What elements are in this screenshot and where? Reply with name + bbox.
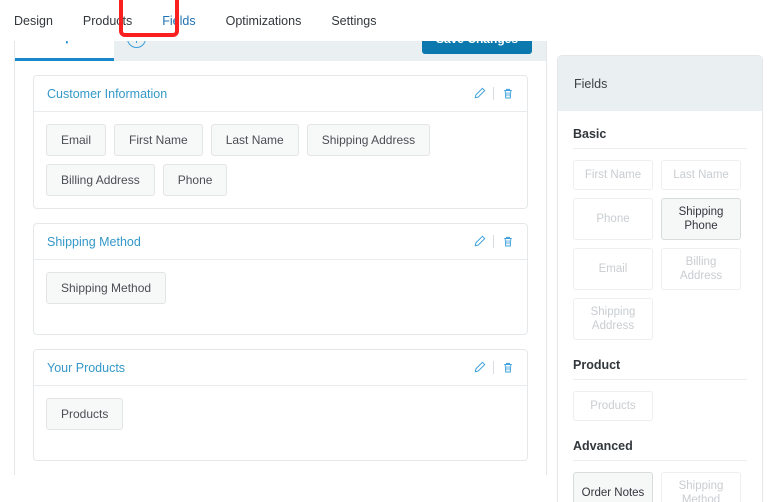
- group-title-basic: Basic: [573, 127, 607, 141]
- nav-tab-optimizations[interactable]: Optimizations: [226, 13, 302, 29]
- library-chip-shipping-method: Shipping Method: [661, 472, 741, 502]
- nav-tab-settings[interactable]: Settings: [331, 13, 376, 29]
- nav-tab-products[interactable]: Products: [83, 13, 132, 29]
- field-chip[interactable]: Last Name: [210, 124, 299, 156]
- section-field-list: Products: [34, 386, 527, 460]
- trash-icon[interactable]: [501, 234, 515, 249]
- section-header: Customer Information: [34, 76, 527, 112]
- field-chip[interactable]: Shipping Method: [46, 272, 167, 304]
- library-chip-shipping-address: Shipping Address: [573, 298, 653, 340]
- field-chip[interactable]: Products: [46, 398, 124, 430]
- action-divider: [493, 87, 494, 100]
- group-title-advanced: Advanced: [573, 439, 633, 453]
- section-your-products: Your Products Products: [33, 349, 528, 461]
- library-chip-order-notes[interactable]: Order Notes: [573, 472, 653, 502]
- pencil-icon[interactable]: [472, 86, 486, 101]
- group-divider: [573, 148, 747, 149]
- top-navigation: Design Products Fields Optimizations Set…: [0, 0, 768, 41]
- trash-icon[interactable]: [501, 360, 515, 375]
- group-divider: [573, 460, 747, 461]
- library-chip-first-name: First Name: [573, 160, 653, 190]
- section-header: Shipping Method: [34, 224, 527, 260]
- library-chip-products: Products: [573, 391, 653, 421]
- library-chip-last-name: Last Name: [661, 160, 741, 190]
- section-header: Your Products: [34, 350, 527, 386]
- section-customer-information: Customer Information Email First Name La…: [33, 75, 528, 209]
- section-actions: [472, 234, 515, 249]
- nav-tab-design[interactable]: Design: [14, 13, 53, 29]
- fields-library-body: Basic First Name Last Name Phone Shippin…: [558, 111, 762, 502]
- pencil-icon[interactable]: [472, 360, 486, 375]
- section-actions: [472, 360, 515, 375]
- section-actions: [472, 86, 515, 101]
- library-chip-email: Email: [573, 248, 653, 290]
- fields-library-title: Fields: [558, 56, 762, 111]
- trash-icon[interactable]: [501, 86, 515, 101]
- group-fields-advanced: Order Notes Shipping Method: [573, 472, 747, 502]
- group-fields-basic: First Name Last Name Phone Shipping Phon…: [573, 160, 747, 340]
- page-root: Design Products Fields Optimizations Set…: [0, 0, 768, 502]
- form-builder-panel: Step 1 Save Changes Customer Information: [14, 15, 547, 475]
- field-chip[interactable]: Billing Address: [46, 164, 155, 196]
- fields-library-panel: Fields Basic First Name Last Name Phone …: [557, 55, 763, 502]
- section-title: Customer Information: [47, 86, 168, 101]
- field-chip[interactable]: Email: [46, 124, 107, 156]
- section-title: Shipping Method: [47, 234, 141, 249]
- section-title: Your Products: [47, 360, 126, 375]
- field-chip[interactable]: First Name: [114, 124, 203, 156]
- action-divider: [493, 361, 494, 374]
- group-divider: [573, 379, 747, 380]
- field-chip[interactable]: Shipping Address: [306, 124, 431, 156]
- section-field-list: Shipping Method: [34, 260, 527, 334]
- library-chip-phone: Phone: [573, 198, 653, 240]
- field-chip[interactable]: Phone: [162, 164, 228, 196]
- pencil-icon[interactable]: [472, 234, 486, 249]
- nav-tab-fields[interactable]: Fields: [162, 13, 195, 29]
- section-shipping-method: Shipping Method Shipping Method: [33, 223, 528, 335]
- library-chip-shipping-phone[interactable]: Shipping Phone: [661, 198, 741, 240]
- library-chip-billing-address: Billing Address: [661, 248, 741, 290]
- builder-canvas: Customer Information Email First Name La…: [15, 61, 546, 475]
- section-field-list: Email First Name Last Name Shipping Addr…: [34, 112, 527, 208]
- group-fields-product: Products: [573, 391, 747, 421]
- group-title-product: Product: [573, 358, 621, 372]
- action-divider: [493, 235, 494, 248]
